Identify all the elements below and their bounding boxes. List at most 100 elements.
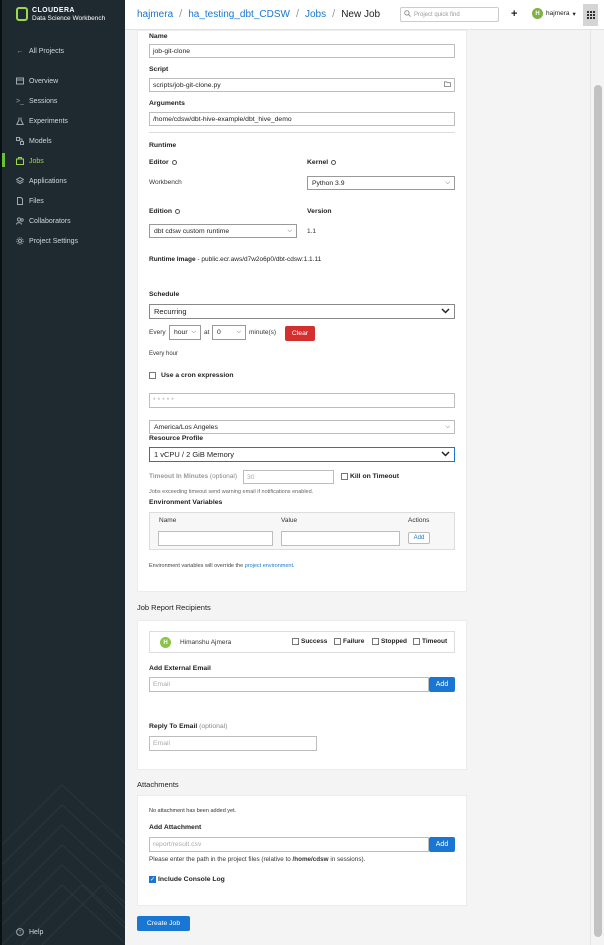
overview-icon (16, 77, 24, 85)
chevron-down-icon: ⌵ (445, 423, 450, 430)
sidebar-item-label: Jobs (29, 157, 44, 165)
timeout-input[interactable]: 30 (243, 470, 334, 484)
edition-select[interactable]: dbt cdsw custom runtime ⌵ (149, 224, 297, 238)
env-value-input[interactable] (281, 531, 400, 546)
flask-icon (16, 117, 24, 125)
no-attachment-text: No attachment has been added yet. (149, 808, 237, 814)
resource-profile-value: 1 vCPU / 2 GiB Memory (154, 450, 235, 459)
failure-checkbox[interactable] (334, 638, 341, 645)
kernel-select[interactable]: Python 3.9 ⌵ (307, 176, 455, 190)
job-name-input[interactable]: job-git-clone (149, 44, 455, 58)
help-icon: ? (16, 928, 24, 936)
attachment-path-input[interactable]: report/result.csv (149, 837, 429, 852)
sidebar-item-sessions[interactable]: >_ Sessions (16, 95, 57, 107)
edition-label: Edition (149, 208, 181, 215)
cloudera-logo-icon (16, 7, 28, 21)
arguments-input[interactable]: /home/cdsw/dbt-hive-example/dbt_hive_dem… (149, 112, 455, 126)
cron-checkbox[interactable] (149, 372, 156, 379)
breadcrumb: hajmera / ha_testing_dbt_CDSW / Jobs / N… (137, 8, 380, 20)
kill-on-timeout-checkbox[interactable] (341, 473, 348, 480)
breadcrumb-jobs[interactable]: Jobs (305, 9, 326, 20)
env-vars-label: Environment Variables (149, 499, 223, 506)
scrollbar-thumb[interactable] (594, 85, 602, 937)
success-checkbox[interactable] (292, 638, 299, 645)
schedule-summary: Every hour (149, 351, 179, 357)
console-log-checkbox[interactable]: ✓ (149, 876, 156, 883)
every-value: hour (174, 329, 188, 336)
stopped-checkbox[interactable] (372, 638, 379, 645)
kill-on-timeout-label: Kill on Timeout (350, 473, 399, 480)
all-projects-link[interactable]: ← All Projects (16, 45, 65, 57)
attachments-title: Attachments (137, 780, 179, 789)
external-email-label: Add External Email (149, 665, 211, 672)
chevron-down-icon (441, 450, 450, 459)
every-label: Every (149, 329, 166, 336)
all-projects-label: All Projects (29, 47, 65, 55)
env-add-button[interactable]: Add (408, 532, 430, 544)
kernel-label: Kernel (307, 159, 337, 166)
sidebar-item-project-settings[interactable]: Project Settings (16, 235, 78, 247)
sidebar-item-files[interactable]: Files (16, 195, 44, 207)
reply-to-input[interactable]: Email (149, 736, 317, 751)
sidebar-item-experiments[interactable]: Experiments (16, 115, 68, 127)
resource-profile-select[interactable]: 1 vCPU / 2 GiB Memory (149, 447, 455, 462)
minute-value: 0 (217, 329, 221, 336)
script-input[interactable]: scripts/job-git-clone.py (149, 78, 455, 92)
version-value: 1.1 (307, 228, 317, 235)
add-attachment-button[interactable]: Add (429, 837, 455, 852)
every-select[interactable]: hour ⌵ (169, 325, 201, 340)
app-grid-icon[interactable] (583, 4, 598, 26)
schedule-select[interactable]: Recurring (149, 304, 455, 319)
jobs-icon (16, 157, 24, 165)
sidebar-item-applications[interactable]: Applications (16, 175, 67, 187)
external-email-input[interactable]: Email (149, 677, 429, 692)
sidebar-item-models[interactable]: Models (16, 135, 52, 147)
kernel-value: Python 3.9 (312, 179, 345, 187)
sidebar-item-collaborators[interactable]: Collaborators (16, 215, 71, 227)
user-name: hajmera (546, 10, 570, 17)
runtime-image: Runtime Image - public.ecr.aws/d7w2o6p0/… (149, 256, 321, 263)
reply-to-label: Reply To Email (optional) (149, 723, 228, 730)
avatar: H (532, 8, 543, 19)
add-email-button[interactable]: Add (429, 677, 455, 692)
chevron-down-icon: ⌵ (191, 329, 196, 335)
sidebar-item-label: Applications (29, 177, 67, 185)
applications-icon (16, 177, 24, 185)
failure-label: Failure (343, 638, 365, 645)
cron-input[interactable]: * * * * * (149, 393, 455, 408)
brand-logo[interactable]: CLOUDERA Data Science Workbench (16, 7, 105, 22)
folder-icon[interactable] (444, 81, 451, 89)
search-placeholder: Project quick find (414, 11, 460, 18)
clear-button[interactable]: Clear (285, 326, 315, 341)
sidebar-item-jobs[interactable]: Jobs (16, 155, 44, 167)
schedule-value: Recurring (154, 307, 187, 316)
project-search-input[interactable]: Project quick find (400, 7, 499, 22)
env-vars-table: Name Value Actions Add (149, 512, 455, 550)
job-form-panel: Name job-git-clone Script scripts/job-gi… (137, 30, 467, 592)
add-icon[interactable]: + (511, 8, 517, 20)
env-name-input[interactable] (158, 531, 273, 546)
create-job-button[interactable]: Create Job (137, 916, 190, 931)
sidebar-item-label: Sessions (29, 97, 58, 105)
scrollbar[interactable] (590, 30, 604, 945)
timezone-select[interactable]: America/Los Angeles ⌵ (149, 420, 455, 434)
help-link[interactable]: ? Help (16, 926, 43, 938)
breadcrumb-project[interactable]: ha_testing_dbt_CDSW (188, 9, 290, 20)
script-label: Script (149, 66, 169, 73)
attachment-note: Please enter the path in the project fil… (149, 856, 366, 863)
runtime-image-label: Runtime Image (149, 256, 196, 263)
recipient-row: H Himanshu Ajmera Success Failure Stoppe… (149, 631, 455, 653)
user-menu[interactable]: H hajmera ▾ (532, 8, 576, 19)
project-environment-link[interactable]: project environment (245, 563, 293, 569)
recipients-title: Job Report Recipients (137, 603, 211, 612)
chevron-down-icon: ⌵ (236, 329, 241, 335)
models-icon (16, 137, 24, 145)
timeout-checkbox[interactable] (413, 638, 420, 645)
breadcrumb-user[interactable]: hajmera (137, 9, 173, 20)
minute-select[interactable]: 0 ⌵ (212, 325, 246, 340)
timezone-value: America/Los Angeles (154, 423, 218, 431)
sidebar-item-overview[interactable]: Overview (16, 75, 58, 87)
editor-label: Editor (149, 159, 177, 166)
runtime-image-value: - public.ecr.aws/d7w2o6p0/dbt-cdsw:1.1.1… (197, 256, 322, 263)
sidebar-item-label: Files (29, 197, 44, 205)
